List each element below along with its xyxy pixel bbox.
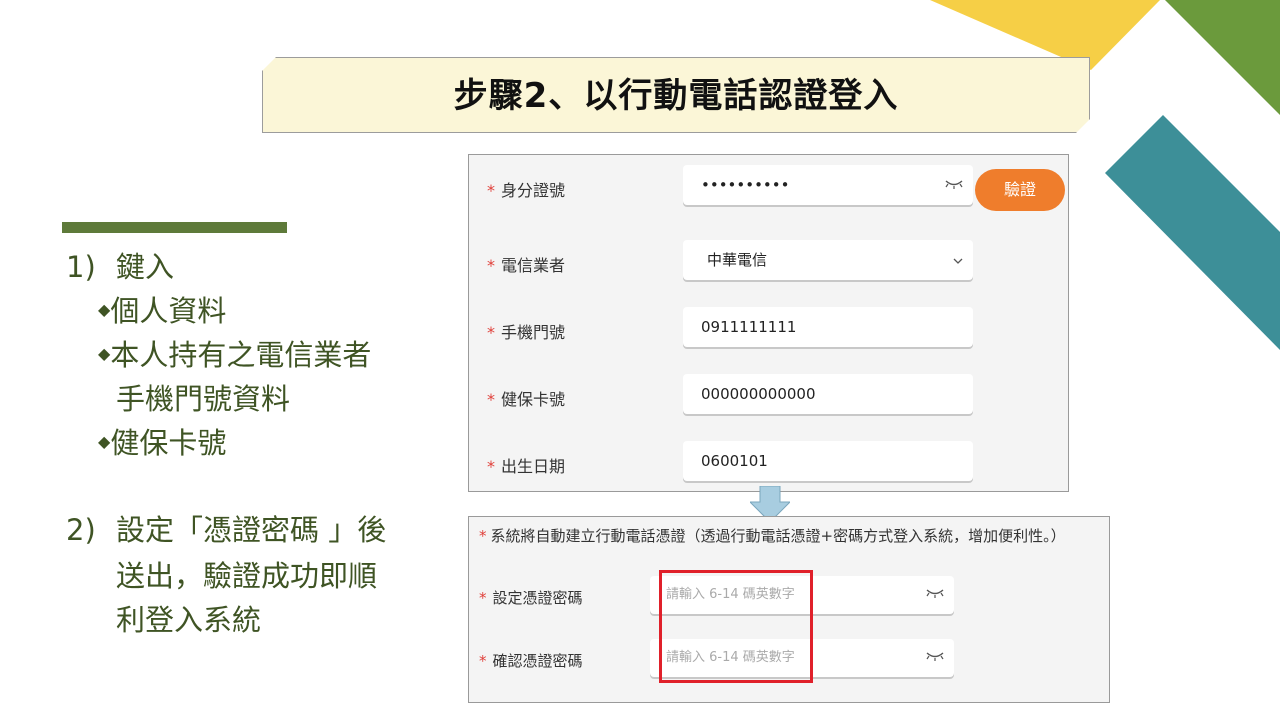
diamond-bullet-icon: ◆ [98,344,111,363]
input-value: 000000000000 [701,385,816,403]
phone-label: * 手機門號 [487,319,565,343]
id-number-label: * 身分證號 [487,177,565,201]
eye-closed-icon[interactable] [926,576,944,614]
required-mark: * [487,390,495,409]
bullet-item: ◆健保卡號 [98,421,226,467]
set-password-label: * 設定憑證密碼 [479,587,583,608]
title-banner: 步驟2、以行動電話認證登入 [262,57,1090,133]
required-mark: * [479,589,487,607]
step-2-line: 送出，驗證成功即順 [116,559,378,593]
label-text: 手機門號 [501,323,566,342]
selected-value: 中華電信 [707,251,768,269]
masked-value: •••••••••• [701,176,790,194]
label-text: 出生日期 [501,457,566,476]
chevron-down-icon [953,240,963,280]
identity-form-panel: * 身分證號 •••••••••• 驗證 * 電信業者 中華電信 * 手機門號 091… [468,154,1069,492]
decorative-green-triangle [1165,0,1280,115]
notice-text: * 系統將自動建立行動電話憑證（透過行動電話憑證+密碼方式登入系統，增加便利性。） [479,525,1066,546]
notice-content: 系統將自動建立行動電話憑證（透過行動電話憑證+密碼方式登入系統，增加便利性。） [490,527,1066,545]
step-1-label: 鍵入 [116,250,175,284]
phone-input[interactable]: 0911111111 [683,307,973,347]
step-2-line: 利登入系統 [116,603,262,637]
bullet-text: 本人持有之電信業者 [110,338,372,372]
input-value: 0911111111 [701,318,797,336]
highlight-box [659,570,813,683]
diamond-bullet-icon: ◆ [98,432,111,451]
carrier-label: * 電信業者 [487,252,565,276]
id-number-input[interactable]: •••••••••• [683,165,973,205]
required-mark: * [479,527,487,545]
label-text: 確認憑證密碼 [492,652,583,670]
required-mark: * [479,652,487,670]
label-text: 健保卡號 [501,390,566,409]
step-1: 1) 鍵入 [66,245,366,289]
bullet-text: 手機門號資料 [116,382,291,416]
required-mark: * [487,323,495,342]
step-2-line: 設定「憑證密碼 」後 [116,513,387,547]
nhi-card-label: * 健保卡號 [487,386,565,410]
bullet-item: ◆個人資料 [98,289,226,335]
bullet-text: 個人資料 [110,294,227,328]
birth-date-label: * 出生日期 [487,453,565,477]
eye-closed-icon[interactable] [926,639,944,677]
birth-date-input[interactable]: 0600101 [683,441,973,481]
confirm-password-label: * 確認憑證密碼 [479,650,583,671]
eye-closed-icon[interactable] [945,165,963,205]
bullet-text: 健保卡號 [110,426,227,460]
required-mark: * [487,256,495,275]
required-mark: * [487,457,495,476]
accent-bar [62,222,287,233]
label-text: 電信業者 [501,256,566,275]
step-1-number: 1) [66,250,96,284]
step-2-number: 2) [66,513,96,547]
decorative-teal-stripe [1105,115,1280,350]
verify-button[interactable]: 驗證 [975,169,1065,211]
bullet-continuation: 手機門號資料 [116,377,290,421]
diamond-bullet-icon: ◆ [98,300,111,319]
carrier-select[interactable]: 中華電信 [683,240,973,280]
page-title: 步驟2、以行動電話認證登入 [453,76,899,116]
label-text: 身分證號 [501,181,566,200]
nhi-card-input[interactable]: 000000000000 [683,374,973,414]
required-mark: * [487,181,495,200]
bullet-item: ◆本人持有之電信業者 [98,333,371,379]
input-value: 0600101 [701,452,768,470]
label-text: 設定憑證密碼 [492,589,583,607]
step-2: 2) 設定「憑證密碼 」後 [66,508,426,552]
